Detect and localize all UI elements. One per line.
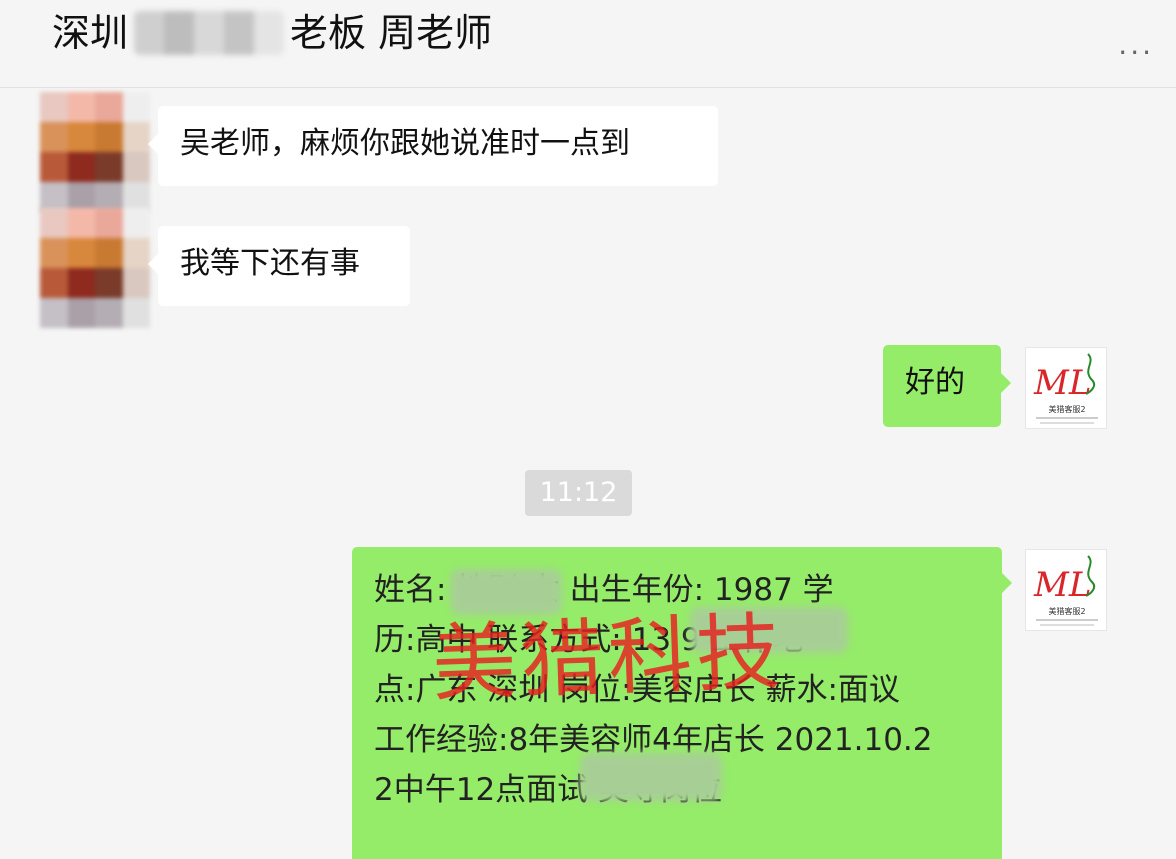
resume-line: 历:高中 联系方式: 13 9 工作地 <box>374 622 804 658</box>
chat-title-suffix: 老板 周老师 <box>290 11 493 55</box>
brand-logo-icon: ML 美猎客服2 <box>1033 555 1098 626</box>
logo-caption: 美猎客服2 <box>1048 404 1085 414</box>
redacted-text <box>580 753 722 801</box>
contact-avatar[interactable] <box>40 208 150 328</box>
self-avatar[interactable]: ML 美猎客服2 <box>1025 347 1107 429</box>
resume-line: 点:广东 深圳 岗位:美容店长 薪水:面议 <box>374 672 900 708</box>
message-text: 吴老师，麻烦你跟她说准时一点到 <box>180 126 630 161</box>
message-bubble-outgoing[interactable]: 好的 <box>883 345 1011 427</box>
brand-logo-icon: ML 美猎客服2 <box>1033 353 1098 424</box>
redacted-name <box>450 569 562 615</box>
logo-caption: 美猎客服2 <box>1048 606 1085 616</box>
message-bubble-incoming[interactable]: 我等下还有事 <box>148 226 410 306</box>
chat-header: 深圳 老板 周老师 ... <box>0 0 1176 88</box>
chat-title: 深圳 老板 周老师 <box>52 8 492 58</box>
message-bubble-incoming[interactable]: 吴老师，麻烦你跟她说准时一点到 <box>148 106 718 186</box>
message-text: 好的 <box>905 365 965 400</box>
message-timestamp: 11:12 <box>525 470 632 516</box>
self-avatar[interactable]: ML 美猎客服2 <box>1025 549 1107 631</box>
logo-mark: ML <box>1033 363 1091 403</box>
redacted-name <box>134 11 285 55</box>
redacted-phone <box>690 607 848 653</box>
message-bubble-outgoing[interactable]: 姓名: 性别:女 出生年份: 1987 学 历:高中 联系方式: 13 9 工作… <box>352 547 1012 859</box>
more-options-icon[interactable]: ... <box>1118 28 1154 61</box>
contact-avatar[interactable] <box>40 92 150 212</box>
chat-title-prefix: 深圳 <box>52 11 129 55</box>
message-text: 我等下还有事 <box>180 246 360 281</box>
logo-mark: ML <box>1033 565 1091 605</box>
